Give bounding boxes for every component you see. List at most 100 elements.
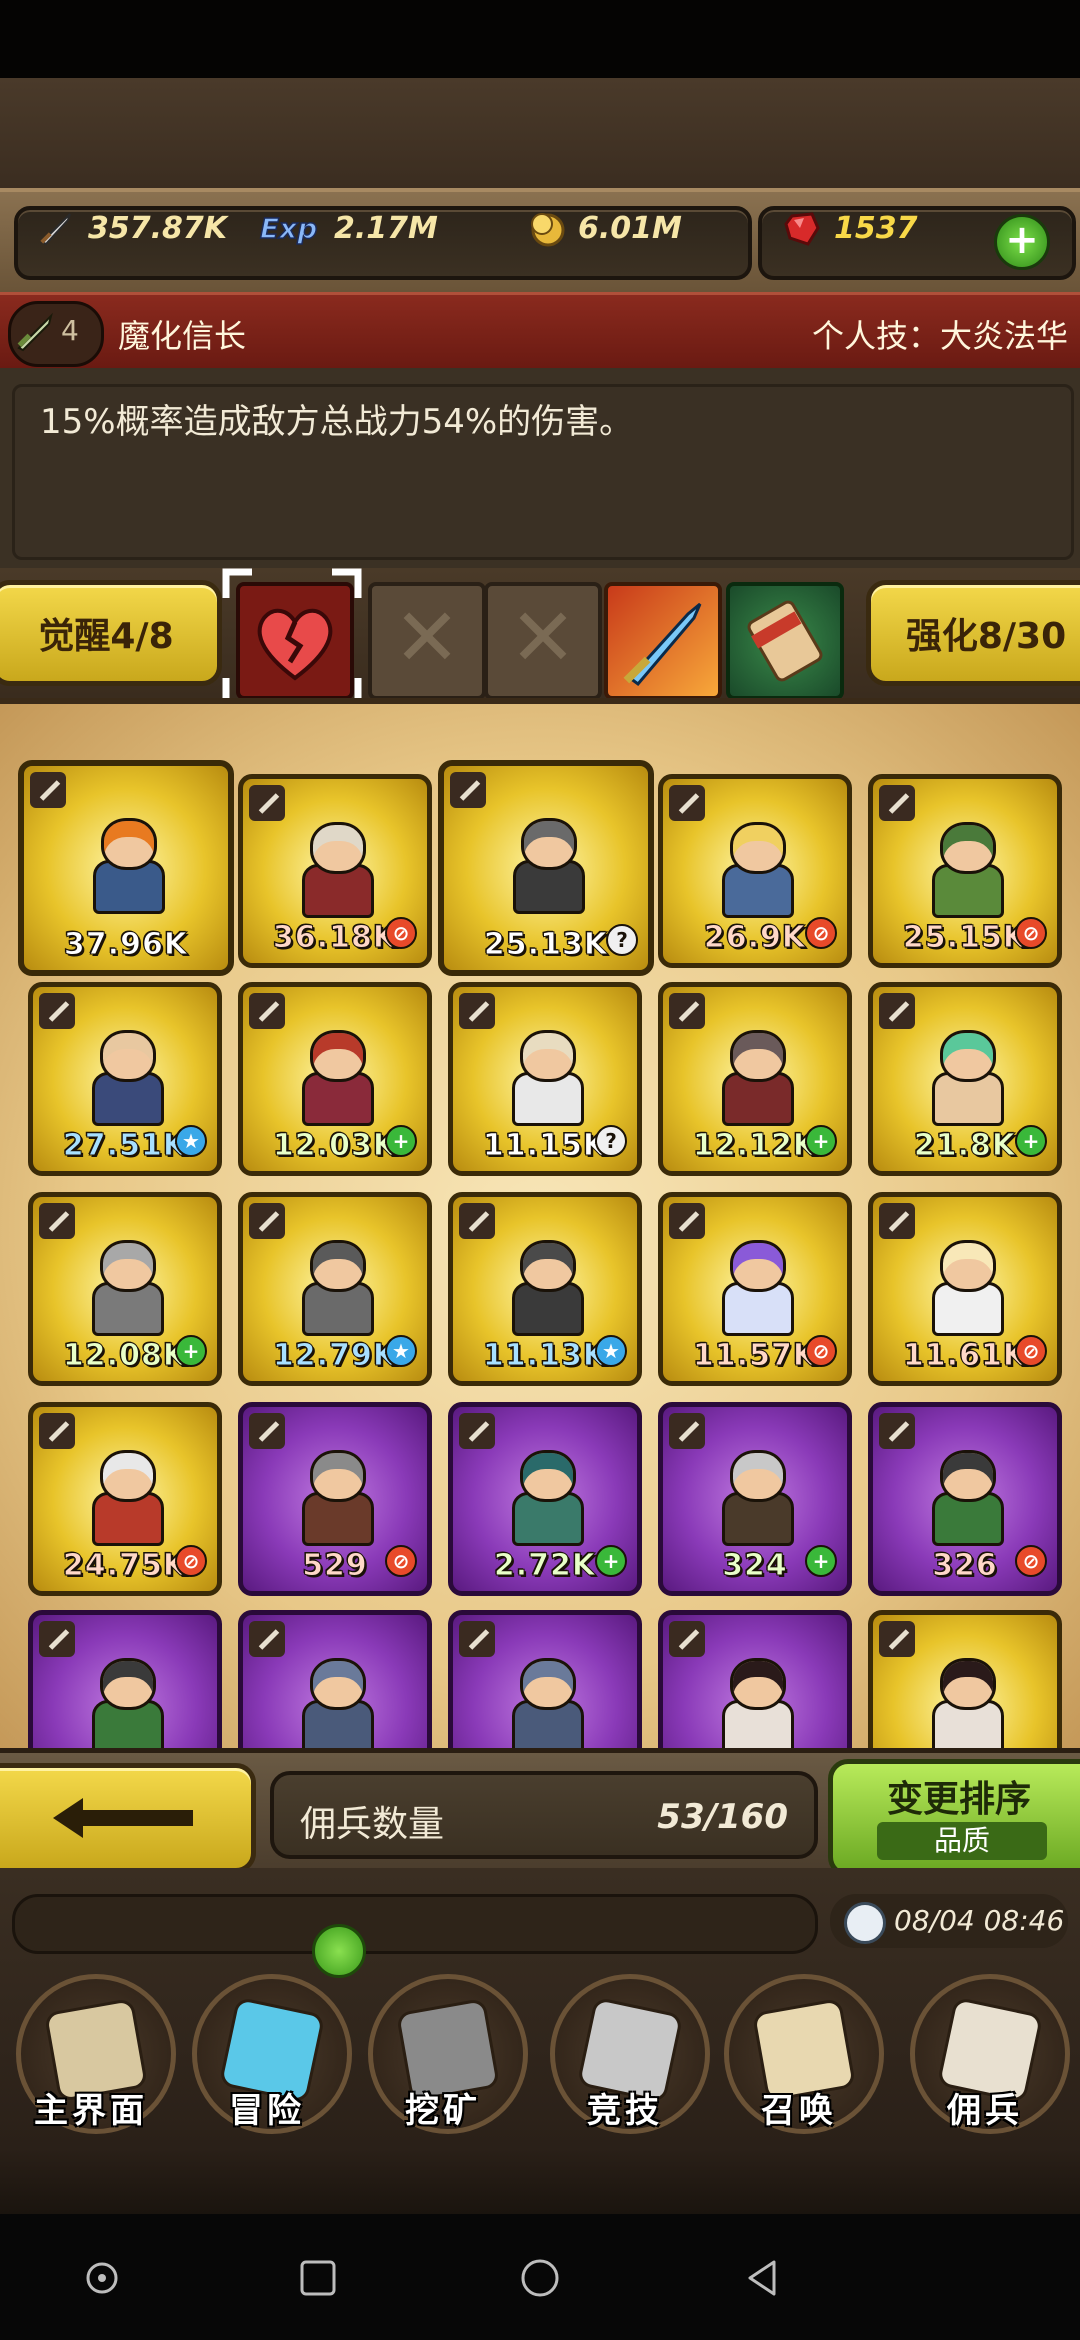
hero-card[interactable]: 12.12K +	[658, 982, 852, 1176]
nav-pickaxe[interactable]: 挖矿	[358, 1954, 528, 2144]
weapon-icon	[459, 1203, 495, 1239]
hero-portrait	[922, 1232, 1008, 1336]
hero-card[interactable]: 11.13K ★	[448, 1192, 642, 1386]
nav-label: 冒险	[229, 2091, 305, 2131]
green-element-icon: +	[595, 1545, 627, 1577]
hero-card[interactable]: 36.18K ⊘	[238, 774, 432, 968]
notification-dot	[312, 1924, 366, 1978]
x-icon: ✕	[509, 591, 577, 684]
hero-portrait	[922, 1022, 1008, 1126]
hero-portrait	[502, 1022, 588, 1126]
selection-frame	[222, 568, 362, 708]
scroll-bundle-icon	[747, 600, 823, 682]
nav-tent[interactable]: 佣兵	[900, 1954, 1070, 2144]
back-button[interactable]	[0, 1763, 256, 1873]
weapon-icon	[39, 1621, 75, 1657]
hero-card[interactable]: 11.61K ⊘	[868, 1192, 1062, 1386]
skill-description: 15%概率造成敌方总战力54%的伤害。	[40, 402, 634, 442]
clock-box: 08/04 08:46	[830, 1894, 1068, 1948]
blue-element-icon: ★	[385, 1335, 417, 1367]
hero-card[interactable]: 21.8K +	[868, 982, 1062, 1176]
weapon-icon	[39, 1203, 75, 1239]
blue-sword-icon	[623, 602, 702, 687]
gold-value: 6.01M	[578, 210, 682, 246]
equipment-row: 觉醒4/8 ✕ ✕ 强化8/30	[0, 568, 1080, 708]
blue-element-icon: ★	[595, 1335, 627, 1367]
hero-card[interactable]: 11.15K?	[448, 982, 642, 1176]
hero-card[interactable]: 25.13K?	[438, 760, 654, 976]
weapon-icon	[450, 772, 486, 808]
blue-element-icon: ★	[175, 1125, 207, 1157]
green-element-icon: +	[175, 1335, 207, 1367]
assistant-icon[interactable]	[82, 2258, 122, 2298]
skill-level: 4	[61, 314, 79, 347]
hero-portrait	[82, 1022, 168, 1126]
hero-portrait	[502, 1232, 588, 1336]
weapon-icon	[669, 1413, 705, 1449]
empty-slot-2[interactable]: ✕	[484, 582, 602, 700]
hero-card[interactable]: 2.72K +	[448, 1402, 642, 1596]
green-element-icon: +	[805, 1125, 837, 1157]
weapon-icon	[249, 1203, 285, 1239]
hero-portrait	[922, 1442, 1008, 1546]
scroll-skill-slot[interactable]	[726, 582, 844, 700]
skill-sword-icon	[17, 312, 53, 352]
hero-card[interactable]: 37.96K	[18, 760, 234, 976]
hero-portrait	[922, 1650, 1008, 1754]
sword-skill-slot[interactable]	[604, 582, 722, 700]
weapon-icon	[39, 1413, 75, 1449]
unknown-element-icon: ?	[606, 924, 638, 956]
red-element-icon: ⊘	[805, 1335, 837, 1367]
roster-count-box: 佣兵数量 53/160	[270, 1771, 818, 1859]
red-element-icon: ⊘	[1015, 1335, 1047, 1367]
weapon-icon	[879, 1413, 915, 1449]
hero-card[interactable]: 12.03K +	[238, 982, 432, 1176]
nav-label: 佣兵	[947, 2091, 1023, 2131]
hero-portrait	[502, 1650, 588, 1754]
back-icon[interactable]	[742, 2258, 782, 2298]
hero-portrait	[292, 1650, 378, 1754]
hero-card[interactable]: 326 ⊘	[868, 1402, 1062, 1596]
green-element-icon: +	[385, 1125, 417, 1157]
nav-summon-scroll[interactable]: 召唤	[714, 1954, 884, 2144]
nav-crossed-swords[interactable]: 竞技	[540, 1954, 710, 2144]
green-element-icon: +	[805, 1545, 837, 1577]
status-bar	[0, 0, 1080, 78]
red-element-icon: ⊘	[385, 917, 417, 949]
sort-label: 变更排序	[886, 1779, 1031, 1820]
hero-portrait	[712, 1650, 798, 1754]
red-element-icon: ⊘	[385, 1545, 417, 1577]
hero-card[interactable]: 324 +	[658, 1402, 852, 1596]
nav-island[interactable]: 冒险	[182, 1954, 352, 2144]
home-icon[interactable]	[520, 2258, 560, 2298]
weapon-icon	[879, 785, 915, 821]
add-gems-button[interactable]: +	[994, 214, 1050, 270]
hero-card[interactable]: 24.75K ⊘	[28, 1402, 222, 1596]
enhance-button[interactable]: 强化8/30	[866, 580, 1080, 686]
nav-map-scroll[interactable]: 主界面	[6, 1954, 176, 2144]
hero-card[interactable]: 11.57K ⊘	[658, 1192, 852, 1386]
weapon-icon	[459, 1621, 495, 1657]
hero-portrait	[82, 1650, 168, 1754]
awaken-button[interactable]: 觉醒4/8	[0, 580, 222, 686]
empty-slot-1[interactable]: ✕	[368, 582, 486, 700]
x-icon: ✕	[393, 591, 461, 684]
sword-icon	[34, 206, 78, 250]
exp-icon: Exp	[254, 206, 324, 250]
recent-apps-icon[interactable]	[298, 2258, 338, 2298]
nav-label: 召唤	[761, 2091, 837, 2131]
hero-card[interactable]: 529 ⊘	[238, 1402, 432, 1596]
weapon-icon	[30, 772, 66, 808]
resource-bar: 357.87K Exp 2.17M 6.01M 1537 +	[0, 188, 1080, 296]
ruby-icon	[780, 206, 824, 250]
exp-resource: Exp 2.17M	[254, 206, 438, 250]
sort-mode: 品质	[877, 1822, 1047, 1860]
weapon-icon	[669, 1203, 705, 1239]
hero-card[interactable]: 25.15K ⊘	[868, 774, 1062, 968]
coin-icon	[524, 206, 568, 250]
hero-card[interactable]: 27.51K ★	[28, 982, 222, 1176]
change-sort-button[interactable]: 变更排序 品质	[828, 1759, 1080, 1877]
hero-card[interactable]: 12.79K ★	[238, 1192, 432, 1386]
hero-card[interactable]: 12.08K +	[28, 1192, 222, 1386]
hero-card[interactable]: 26.9K ⊘	[658, 774, 852, 968]
